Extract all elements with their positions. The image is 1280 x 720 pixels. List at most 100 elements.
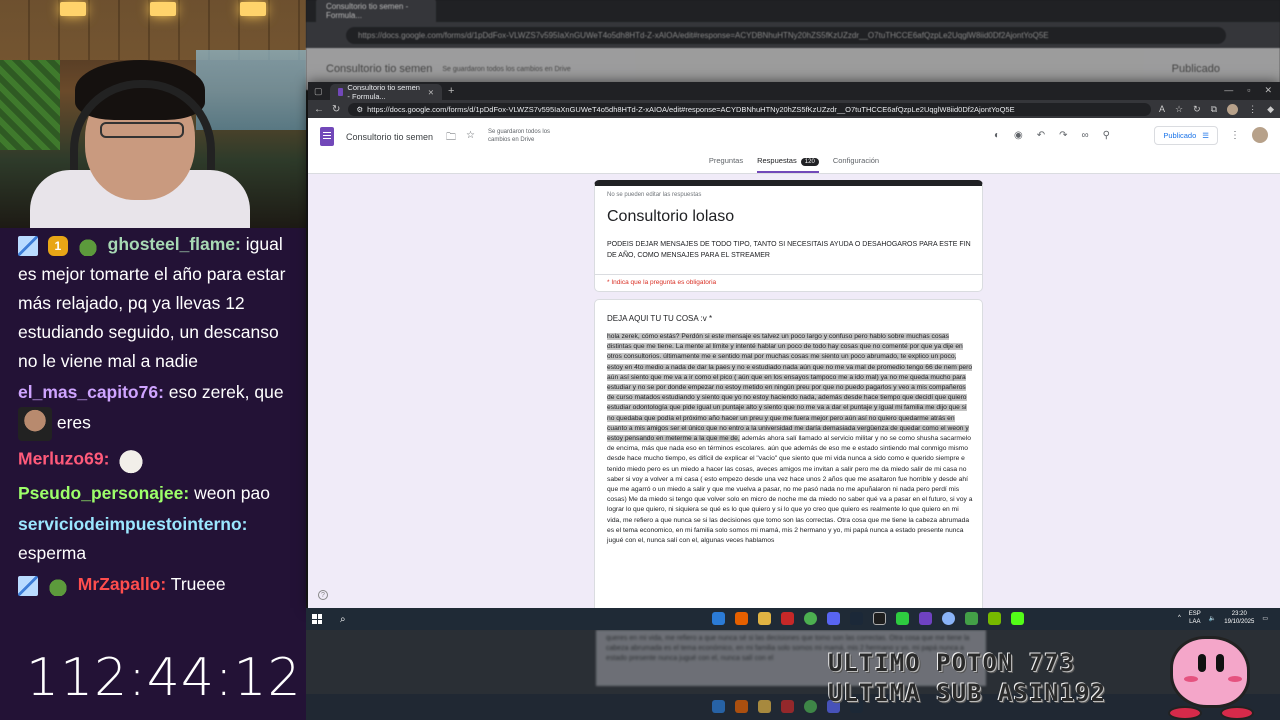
question-card: DEJA AQUI TU TU COSA :v * hola zerek, có… <box>594 299 983 608</box>
app-purple-icon[interactable] <box>919 612 932 625</box>
webcam-feed <box>0 0 306 228</box>
reload-icon[interactable]: ↻ <box>332 104 340 115</box>
chrome-icon[interactable] <box>804 612 817 625</box>
search-icon[interactable]: ⌕ <box>340 614 346 625</box>
refresh-icon[interactable]: ↻ <box>1193 104 1201 115</box>
help-icon[interactable]: ? <box>318 590 328 600</box>
edge-icon[interactable] <box>712 612 725 625</box>
windows-start-icon[interactable] <box>312 614 322 624</box>
extensions-icon[interactable]: ⧉ <box>1211 104 1217 115</box>
chat-text: esperma <box>18 542 87 563</box>
app-dark-icon[interactable] <box>873 612 886 625</box>
tray-chevron-icon[interactable]: ^ <box>1178 615 1181 621</box>
tab-preguntas[interactable]: Preguntas <box>709 153 743 173</box>
url-text: https://docs.google.com/forms/d/1pDdFox-… <box>367 104 1015 114</box>
window-menu-icon[interactable]: ▢ <box>314 86 330 97</box>
chat-username[interactable]: Merluzo69 <box>18 449 104 469</box>
language-indicator[interactable]: ESP LAA <box>1189 610 1201 626</box>
form-heading: Consultorio lolaso <box>607 208 735 225</box>
answer-selected-text[interactable]: hola zerek, cómo estás? Perdón si este m… <box>607 333 973 443</box>
notifications-icon[interactable]: ▭ <box>1262 615 1268 622</box>
last-sub: ULTIMA SUB ASIN192 <box>828 679 1107 707</box>
star-icon[interactable]: ☆ <box>466 130 475 147</box>
nav-bar: ← ↻ ⚙ https://docs.google.com/forms/d/1p… <box>308 100 1280 118</box>
answer-text[interactable]: hola zerek, cómo estás? Perdón si este m… <box>607 332 973 546</box>
undo-icon[interactable]: ↶ <box>1037 130 1045 141</box>
kirby-mascot-icon <box>1162 632 1260 720</box>
bookmark-star-icon[interactable]: ☆ <box>1175 104 1183 115</box>
copilot-icon[interactable]: ◆ <box>1267 104 1274 115</box>
last-donation: ULTIMO POTON 773 <box>828 649 1076 677</box>
forms-favicon-icon <box>338 88 344 96</box>
discord-icon[interactable] <box>827 612 840 625</box>
steam-icon[interactable] <box>850 612 863 625</box>
firefox-icon[interactable] <box>735 612 748 625</box>
chat-colon: : <box>160 573 167 594</box>
palette-icon[interactable]: ◐ <box>994 130 1000 141</box>
preview-eye-icon[interactable]: ◉ <box>1014 130 1023 141</box>
link-icon[interactable]: ∞ <box>1082 130 1089 141</box>
chat-message: el_mas_capito76: eso zerek, que eres <box>18 378 296 441</box>
chat-colon: : <box>103 448 110 469</box>
form-tabs: Preguntas Respuestas 120 Configuración <box>308 153 1280 173</box>
volume-icon[interactable]: 🔈 <box>1209 615 1216 622</box>
chat-username[interactable]: MrZapallo <box>78 574 161 594</box>
sword-badge-icon <box>18 236 38 257</box>
publish-button[interactable]: Publicado ☰ <box>1154 126 1218 145</box>
folder-icon[interactable]: 🗀 <box>446 130 456 147</box>
forms-logo-icon[interactable] <box>320 127 334 146</box>
app-red-icon[interactable] <box>781 612 794 625</box>
bg-publish-button[interactable]: Publicado <box>1172 63 1220 75</box>
chat-message: MrZapallo: Trueee <box>18 570 296 600</box>
tab-configuracion[interactable]: Configuración <box>833 153 879 173</box>
file-explorer-icon <box>758 700 771 713</box>
system-tray: ^ ESP LAA 🔈 23:20 19/10/2025 ▭ <box>1178 610 1268 626</box>
menu-dots-icon[interactable]: ⋮ <box>1248 104 1257 115</box>
form-content: No se pueden editar las respuestas Consu… <box>308 174 1280 608</box>
chat-username[interactable]: Pseudo_personajee <box>18 483 183 503</box>
bg-tab-bar: Consultorio tio semen - Formula... <box>306 0 1280 24</box>
new-tab-icon[interactable]: + <box>448 85 454 97</box>
chat-message: serviciodeimpuestointerno: esperma <box>18 510 296 568</box>
bg-saved-status: Se guardaron todos los cambios en Drive <box>442 65 571 73</box>
kick-icon[interactable] <box>1011 612 1024 625</box>
close-window-icon[interactable]: ✕ <box>1264 85 1272 96</box>
minimize-icon[interactable]: — <box>1224 85 1233 96</box>
translate-icon[interactable]: A <box>1159 104 1165 115</box>
tab-respuestas[interactable]: Respuestas 120 <box>757 153 819 173</box>
answer-remaining-text[interactable]: además ahora salí llamado al servicio mi… <box>607 435 972 544</box>
file-explorer-icon[interactable] <box>758 612 771 625</box>
save-status: Se guardaron todos los cambios en Drive <box>488 129 551 143</box>
maximize-icon[interactable]: ▫ <box>1247 85 1250 96</box>
bg-tab[interactable]: Consultorio tio semen - Formula... <box>316 0 436 24</box>
app-blue-icon[interactable] <box>942 612 955 625</box>
taskbar: ⌕ ^ ESP LAA 🔈 23:20 19/10/2025 ▭ <box>306 608 1280 630</box>
form-title[interactable]: Consultorio tio semen <box>346 132 433 142</box>
back-icon[interactable]: ← <box>314 104 324 115</box>
site-info-icon[interactable]: ⚙ <box>356 105 363 114</box>
chat-username[interactable]: el_mas_capito76 <box>18 382 158 402</box>
account-avatar[interactable] <box>1252 127 1268 143</box>
app-green-icon[interactable] <box>896 612 909 625</box>
address-bar[interactable]: ⚙ https://docs.google.com/forms/d/1pDdFo… <box>348 102 1151 116</box>
glasses-icon <box>100 122 184 138</box>
more-options-icon[interactable]: ⋮ <box>1230 130 1240 141</box>
chat-message: Pseudo_personajee: weon pao <box>18 479 296 508</box>
clock[interactable]: 23:20 19/10/2025 <box>1224 610 1254 626</box>
stream-goals: ULTIMO POTON 773 ULTIMA SUB ASIN192 <box>828 648 1158 708</box>
chat-username[interactable]: ghosteel_flame <box>108 234 235 254</box>
close-tab-icon[interactable]: ✕ <box>428 88 434 97</box>
browser-tab[interactable]: Consultorio tio semen - Formula... ✕ <box>330 83 442 101</box>
redo-icon[interactable]: ↷ <box>1059 130 1067 141</box>
bg-url[interactable]: https://docs.google.com/forms/d/1pDdFox-… <box>346 26 1226 44</box>
required-notice: * Indica que la pregunta es obligatoria <box>595 274 982 290</box>
frog-badge-icon <box>47 576 68 597</box>
profile-avatar[interactable] <box>1227 103 1239 115</box>
no-edit-notice: No se pueden editar las respuestas <box>607 192 702 198</box>
nvidia-icon[interactable] <box>988 612 1001 625</box>
stream-frame: 1 ghosteel_flame: igual es mejor tomarte… <box>0 0 1280 720</box>
chat-username[interactable]: serviciodeimpuestointerno <box>18 514 242 534</box>
chat-text: Trueee <box>170 573 226 594</box>
add-collaborator-icon[interactable]: ⚲ <box>1103 130 1110 141</box>
app-teal-icon[interactable] <box>965 612 978 625</box>
